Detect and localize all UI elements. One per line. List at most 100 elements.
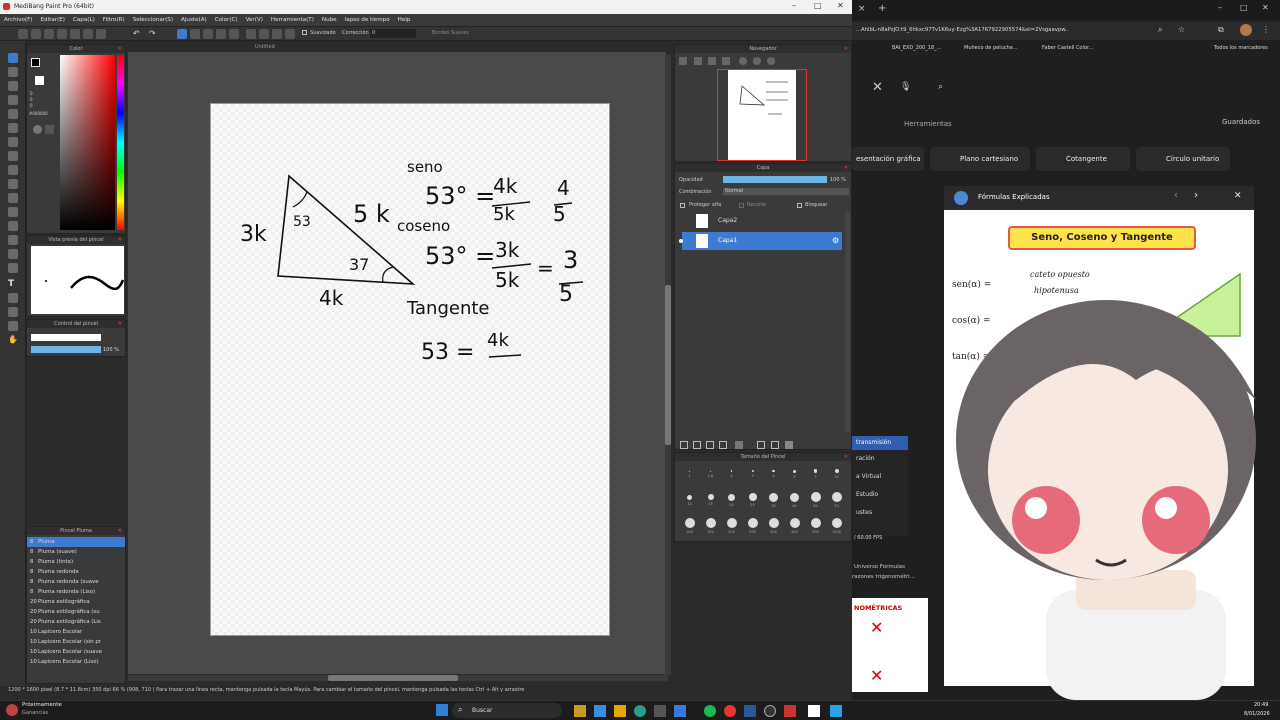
- rotate-right-icon[interactable]: [767, 57, 775, 65]
- brush-size-option[interactable]: 1: [681, 470, 699, 478]
- maximize-icon[interactable]: □: [1240, 3, 1248, 12]
- new-icon[interactable]: [18, 29, 28, 39]
- snap-icon[interactable]: [246, 29, 256, 39]
- picker-tool-icon[interactable]: [8, 321, 18, 331]
- list-item[interactable]: 8 Pluma redonda: [27, 567, 125, 577]
- redo-icon[interactable]: ↷: [149, 29, 159, 39]
- polygon-tool-icon[interactable]: [229, 29, 239, 39]
- obs-icon[interactable]: [764, 705, 776, 717]
- side-item[interactable]: ración: [852, 450, 908, 468]
- menu-seleccionar[interactable]: Seleccionar(S): [129, 14, 177, 26]
- rect-tool-icon[interactable]: [203, 29, 213, 39]
- select-tool-icon[interactable]: [190, 29, 200, 39]
- spotify-icon[interactable]: [704, 705, 716, 717]
- close-icon[interactable]: ✕: [1262, 3, 1269, 12]
- frame-tool-icon[interactable]: [8, 293, 18, 303]
- brush-size-slider[interactable]: [31, 334, 101, 341]
- text-tool-icon[interactable]: T: [8, 279, 18, 289]
- brush-size-option[interactable]: 50: [807, 492, 825, 508]
- hand-tool-icon[interactable]: ✋: [8, 335, 18, 345]
- side-item[interactable]: a Virtual: [852, 468, 908, 486]
- visibility-icon[interactable]: [679, 239, 683, 243]
- brush-size-option[interactable]: 70: [828, 492, 846, 508]
- hue-slider[interactable]: [117, 55, 124, 230]
- cloud-icon[interactable]: [44, 29, 54, 39]
- mic-icon[interactable]: 🎙: [900, 82, 911, 92]
- navigator-viewport[interactable]: [717, 69, 807, 161]
- close-icon[interactable]: ✕: [837, 1, 844, 10]
- rect-select-icon[interactable]: [8, 137, 18, 147]
- close-icon[interactable]: ✕: [844, 453, 848, 461]
- drawing-paper[interactable]: seno 53° = 4k 5k 4 5 coseno 53° = 3k 5k …: [210, 103, 610, 636]
- minimize-icon[interactable]: –: [1218, 3, 1222, 12]
- divide-tool-icon[interactable]: [8, 307, 18, 317]
- fit-icon[interactable]: [708, 57, 716, 65]
- background-color-swatch[interactable]: [35, 76, 44, 85]
- list-item[interactable]: 20Pluma estilográfica (su: [27, 607, 125, 617]
- grid2-icon[interactable]: [83, 29, 93, 39]
- app-icon[interactable]: [830, 705, 842, 717]
- brush-size-option[interactable]: 30: [765, 492, 783, 508]
- prev-icon[interactable]: ‹: [1174, 190, 1178, 201]
- layer-row[interactable]: Capa1 ⚙: [679, 232, 842, 250]
- duplicate-icon[interactable]: [757, 441, 765, 449]
- edge-icon[interactable]: [634, 705, 646, 717]
- gradient-tool-icon[interactable]: [8, 165, 18, 175]
- store-icon[interactable]: [654, 705, 666, 717]
- close-icon[interactable]: ✕: [844, 45, 848, 53]
- lock-checkbox[interactable]: [797, 203, 802, 208]
- fill-tool-icon[interactable]: [8, 151, 18, 161]
- menu-color[interactable]: Color(C): [211, 14, 242, 26]
- dot-tool-icon[interactable]: [8, 81, 18, 91]
- color-wheel-icon[interactable]: [33, 125, 42, 134]
- snap3-icon[interactable]: [272, 29, 282, 39]
- close-icon[interactable]: ✕: [118, 45, 122, 53]
- brush-size-option[interactable]: 12: [681, 494, 699, 506]
- move-tool-icon[interactable]: [8, 123, 18, 133]
- brush-size-option[interactable]: 200: [723, 518, 741, 534]
- brush-size-option[interactable]: 400: [786, 518, 804, 534]
- pen-tool-icon[interactable]: [177, 29, 187, 39]
- menu-nube[interactable]: Nube: [318, 14, 341, 26]
- menu-icon[interactable]: ⋮: [1262, 25, 1270, 34]
- brush-size-option[interactable]: 300: [765, 518, 783, 534]
- canvas-vscrollbar[interactable]: [665, 55, 671, 675]
- menu-capa[interactable]: Capa(L): [69, 14, 99, 26]
- list-item[interactable]: 8 Pluma redonda (Liso): [27, 587, 125, 597]
- foreground-color-swatch[interactable]: [31, 58, 40, 67]
- sel-eraser-icon[interactable]: [8, 221, 18, 231]
- brush-size-option[interactable]: 1000: [828, 518, 846, 534]
- opacity-slider[interactable]: [723, 176, 827, 183]
- search-icon[interactable]: ⌕: [938, 82, 943, 92]
- folder-icon[interactable]: [614, 705, 626, 717]
- snap2-icon[interactable]: [259, 29, 269, 39]
- taskbar-search[interactable]: ⌕ Buscar: [452, 703, 562, 718]
- close-icon[interactable]: ✕: [118, 320, 122, 328]
- menu-archivo[interactable]: Archivo(F): [0, 14, 37, 26]
- side-item[interactable]: Estudio: [852, 486, 908, 504]
- zoom-in-icon[interactable]: [679, 57, 687, 65]
- zoom-out-icon[interactable]: [694, 57, 702, 65]
- list-item[interactable]: 10Lapicero Escolar: [27, 627, 125, 637]
- chip[interactable]: Plano cartesiano: [930, 147, 1030, 171]
- brush-size-option[interactable]: 7: [807, 469, 825, 479]
- list-item[interactable]: 8 Pluma (tinta): [27, 557, 125, 567]
- extensions-icon[interactable]: ⧉: [1218, 25, 1224, 35]
- layer-row[interactable]: Capa2: [682, 212, 842, 230]
- maximize-icon[interactable]: □: [814, 1, 822, 10]
- close-icon[interactable]: ✕: [1234, 191, 1242, 201]
- new-tab-icon[interactable]: +: [878, 3, 886, 14]
- new-layer-icon[interactable]: [680, 441, 688, 449]
- canvas-hscrollbar[interactable]: [128, 675, 668, 681]
- ellipse-tool-icon[interactable]: [216, 29, 226, 39]
- list-item[interactable]: 10Lapicero Escolar (Liso): [27, 657, 125, 667]
- brush-size-option[interactable]: 1.6: [702, 470, 720, 478]
- tools-menu[interactable]: Herramientas: [904, 120, 952, 128]
- rotate-left-icon[interactable]: [739, 57, 747, 65]
- trash-icon[interactable]: [785, 441, 793, 449]
- chrome-icon[interactable]: [724, 705, 736, 717]
- grid3-icon[interactable]: [96, 29, 106, 39]
- menu-ver[interactable]: Ver(V): [242, 14, 267, 26]
- side-item[interactable]: ustes: [852, 504, 908, 522]
- thumbnail-tile[interactable]: NOMÉTRICAS ✕ ✕: [852, 598, 928, 692]
